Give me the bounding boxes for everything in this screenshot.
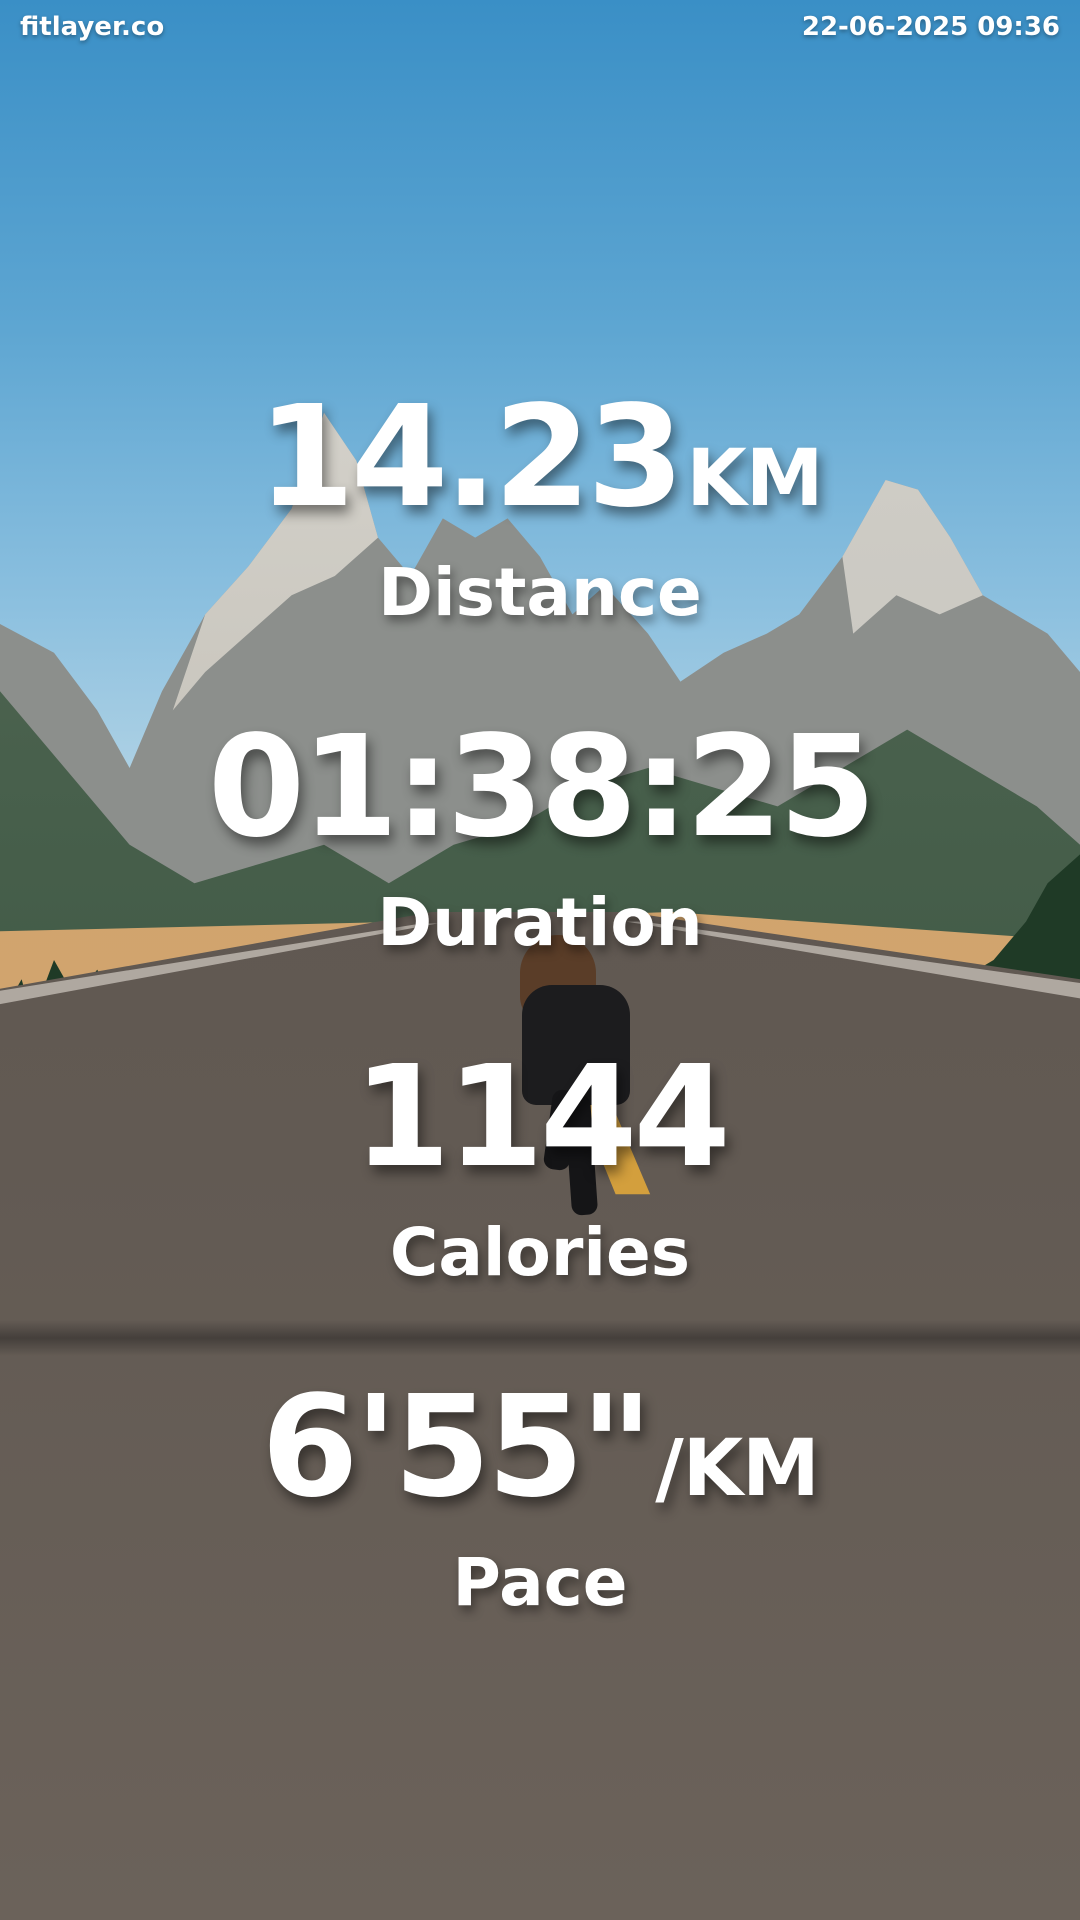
duration-value: 01:38:25 <box>207 706 876 869</box>
duration-label: Duration <box>377 884 703 961</box>
stat-duration: 01:38:25 Duration <box>0 718 1080 956</box>
stat-calories: 1144 Calories <box>0 1048 1080 1286</box>
distance-label: Distance <box>378 554 702 631</box>
distance-value-row: 14.23KM <box>0 388 1080 528</box>
pace-value-row: 6'55"/KM <box>0 1378 1080 1518</box>
calories-value: 1144 <box>353 1036 731 1199</box>
stat-distance: 14.23KM Distance <box>0 388 1080 626</box>
pace-value: 6'55" <box>261 1366 653 1529</box>
pace-label: Pace <box>452 1544 628 1621</box>
calories-label: Calories <box>389 1214 691 1291</box>
pace-unit: /KM <box>655 1424 820 1514</box>
distance-value: 14.23 <box>257 376 685 539</box>
stats-overlay: 14.23KM Distance 01:38:25 Duration 1144 … <box>0 0 1080 1920</box>
distance-unit: KM <box>686 434 823 524</box>
stat-pace: 6'55"/KM Pace <box>0 1378 1080 1616</box>
